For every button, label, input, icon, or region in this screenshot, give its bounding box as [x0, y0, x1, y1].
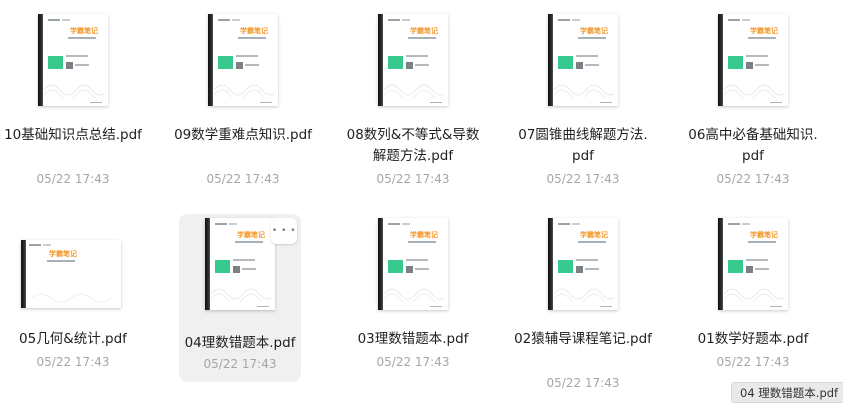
file-date: 05/22 17:43 — [203, 357, 277, 371]
pdf-thumbnail[interactable]: 学霸笔记 — [522, 218, 644, 326]
pdf-document-icon: 学霸笔记 — [205, 218, 275, 310]
pdf-document-icon: 学霸笔记 — [548, 14, 618, 106]
file-name[interactable]: 04理数错题本.pdf — [171, 333, 309, 354]
pdf-document-icon: 学霸笔记 — [718, 14, 788, 106]
pdf-thumbnail[interactable]: 学霸笔记 — [12, 218, 134, 326]
more-horizontal-icon: • • • — [271, 225, 297, 236]
file-name[interactable]: 01数学好题本.pdf — [684, 329, 822, 350]
file-date: 05/22 17:43 — [716, 172, 790, 186]
pdf-document-icon: 学霸笔记 — [38, 14, 108, 106]
pdf-document-icon: 学霸笔记 — [378, 218, 448, 310]
pdf-thumbnail[interactable]: 学霸笔记 — [522, 14, 644, 122]
file-name[interactable]: 06高中必备基础知识.pdf — [684, 125, 822, 167]
file-item[interactable]: 学霸笔记 02猿辅导课程笔记.pdf 05/22 17:43 — [514, 218, 652, 390]
pdf-thumbnail[interactable]: 学霸笔记 — [352, 14, 474, 122]
file-item[interactable]: 学霸笔记 01数学好题本.pdf 05/22 17:43 — [692, 218, 814, 386]
file-name[interactable]: 05几何&统计.pdf — [4, 329, 142, 350]
file-date: 05/22 17:43 — [206, 172, 280, 186]
file-item[interactable]: 学霸笔记 06高中必备基础知识.pdf 05/22 17:43 — [688, 14, 818, 186]
pdf-document-icon: 学霸笔记 — [208, 14, 278, 106]
more-options-button[interactable]: • • • — [271, 218, 297, 244]
file-item-selected[interactable]: 学霸笔记 • • • 04理数错题本.pdf 05/22 17:43 — [179, 214, 301, 382]
file-name[interactable]: 09数学重难点知识.pdf — [174, 125, 312, 146]
pdf-thumbnail[interactable]: 学霸笔记 — [692, 14, 814, 122]
file-date: 05/22 17:43 — [376, 172, 450, 186]
pdf-thumbnail[interactable]: 学霸笔记 — [352, 218, 474, 326]
file-date: 05/22 17:43 — [546, 172, 620, 186]
file-name[interactable]: 07圆锥曲线解题方法.pdf — [514, 125, 652, 167]
file-item[interactable]: 学霸笔记 07圆锥曲线解题方法.pdf 05/22 17:43 — [518, 14, 648, 186]
file-item[interactable]: 学霸笔记 03理数错题本.pdf 05/22 17:43 — [352, 218, 474, 386]
file-name[interactable]: 08数列&不等式&导数解题方法.pdf — [344, 125, 482, 167]
pdf-document-icon: 学霸笔记 — [21, 240, 121, 308]
file-item[interactable]: 学霸笔记 09数学重难点知识.pdf 05/22 17:43 — [174, 14, 312, 186]
pdf-document-icon: 学霸笔记 — [548, 218, 618, 310]
file-item[interactable]: 学霸笔记 08数列&不等式&导数解题方法.pdf 05/22 17:43 — [347, 14, 479, 186]
file-date: 05/22 17:43 — [376, 355, 450, 369]
file-date: 05/22 17:43 — [546, 376, 620, 390]
file-date: 05/22 17:43 — [36, 355, 110, 369]
file-name[interactable]: 02猿辅导课程笔记.pdf — [514, 329, 652, 350]
file-name[interactable]: 10基础知识点总结.pdf — [4, 125, 142, 146]
filename-tooltip: 04 理数错题本.pdf — [731, 382, 843, 403]
file-item[interactable]: 学霸笔记 10基础知识点总结.pdf 05/22 17:43 — [4, 14, 142, 186]
pdf-document-icon: 学霸笔记 — [718, 218, 788, 310]
file-item[interactable]: 学霸笔记 05几何&统计.pdf 05/22 17:43 — [12, 218, 134, 386]
pdf-thumbnail[interactable]: 学霸笔记 — [692, 218, 814, 326]
pdf-document-icon: 学霸笔记 — [378, 14, 448, 106]
file-grid: 学霸笔记 10基础知识点总结.pdf 05/22 17:43 学霸笔记 09数学… — [0, 0, 843, 415]
file-date: 05/22 17:43 — [716, 355, 790, 369]
pdf-thumbnail[interactable]: 学霸笔记 — [182, 14, 304, 122]
file-name[interactable]: 03理数错题本.pdf — [344, 329, 482, 350]
pdf-thumbnail[interactable]: 学霸笔记 — [12, 14, 134, 122]
file-date: 05/22 17:43 — [36, 172, 110, 186]
